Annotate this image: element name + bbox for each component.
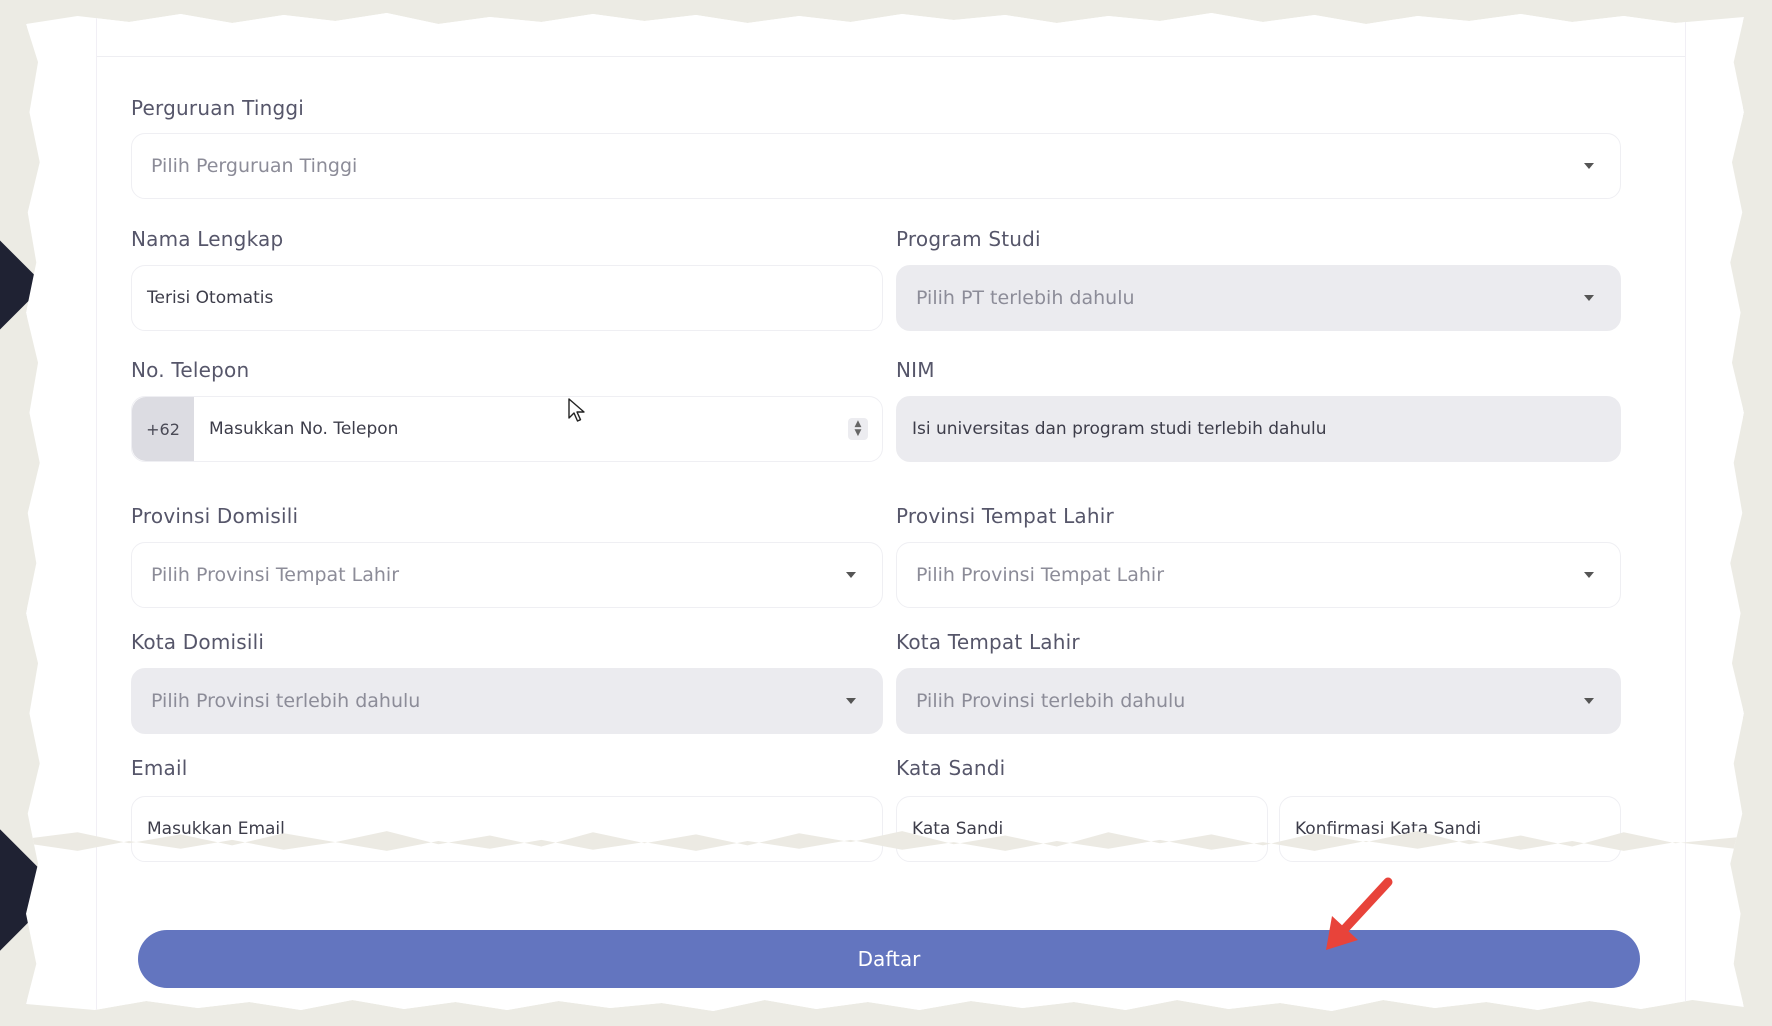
email-field[interactable]: Masukkan Email	[131, 796, 883, 862]
nim-field[interactable]: Isi universitas dan program studi terleb…	[896, 396, 1621, 462]
email-label: Email	[131, 756, 188, 780]
perguruan-tinggi-placeholder: Pilih Perguruan Tinggi	[151, 155, 358, 177]
screenshot-paper: Perguruan Tinggi Pilih Perguruan Tinggi …	[26, 13, 1744, 1011]
provinsi-tempat-lahir-select[interactable]: Pilih Provinsi Tempat Lahir	[896, 542, 1621, 608]
no-telepon-field[interactable]: +62 Masukkan No. Telepon ▲ ▼	[131, 396, 883, 462]
red-arrow-annotation-icon	[1326, 877, 1393, 950]
daftar-button[interactable]: Daftar	[138, 930, 1640, 988]
provinsi-domisili-select[interactable]: Pilih Provinsi Tempat Lahir	[131, 542, 883, 608]
nim-label: NIM	[896, 358, 935, 382]
chevron-down-icon	[846, 698, 856, 704]
country-code-prefix: +62	[132, 397, 194, 461]
program-studi-placeholder: Pilih PT terlebih dahulu	[916, 287, 1135, 309]
provinsi-tempat-lahir-label: Provinsi Tempat Lahir	[896, 504, 1114, 528]
kata-sandi-field[interactable]: Kata Sandi	[896, 796, 1268, 862]
nama-lengkap-label: Nama Lengkap	[131, 227, 284, 251]
nim-placeholder: Isi universitas dan program studi terleb…	[912, 419, 1327, 439]
provinsi-tempat-lahir-placeholder: Pilih Provinsi Tempat Lahir	[916, 564, 1165, 586]
konfirmasi-kata-sandi-field[interactable]: Konfirmasi Kata Sandi	[1279, 796, 1621, 862]
perguruan-tinggi-select[interactable]: Pilih Perguruan Tinggi	[131, 133, 1621, 199]
provinsi-domisili-label: Provinsi Domisili	[131, 504, 299, 528]
kata-sandi-label: Kata Sandi	[896, 756, 1006, 780]
nama-lengkap-field[interactable]: Terisi Otomatis	[131, 265, 883, 331]
chevron-down-icon	[1584, 295, 1594, 301]
kota-tempat-lahir-placeholder: Pilih Provinsi terlebih dahulu	[916, 690, 1186, 712]
kota-domisili-label: Kota Domisili	[131, 630, 265, 654]
cursor-pointer-icon	[568, 398, 585, 422]
provinsi-domisili-placeholder: Pilih Provinsi Tempat Lahir	[151, 564, 400, 586]
number-spinner-icon[interactable]: ▲ ▼	[848, 418, 868, 440]
program-studi-select[interactable]: Pilih PT terlebih dahulu	[896, 265, 1621, 331]
chevron-down-icon	[1584, 572, 1594, 578]
email-placeholder: Masukkan Email	[147, 819, 285, 839]
chevron-down-icon	[1584, 698, 1594, 704]
chevron-down-icon	[846, 572, 856, 578]
no-telepon-placeholder: Masukkan No. Telepon	[209, 419, 399, 439]
perguruan-tinggi-label: Perguruan Tinggi	[131, 96, 305, 120]
kota-tempat-lahir-select[interactable]: Pilih Provinsi terlebih dahulu	[896, 668, 1621, 734]
kota-domisili-placeholder: Pilih Provinsi terlebih dahulu	[151, 690, 421, 712]
nama-lengkap-value: Terisi Otomatis	[147, 288, 274, 308]
kota-tempat-lahir-label: Kota Tempat Lahir	[896, 630, 1080, 654]
program-studi-label: Program Studi	[896, 227, 1041, 251]
no-telepon-label: No. Telepon	[131, 358, 250, 382]
chevron-down-icon	[1584, 163, 1594, 169]
kota-domisili-select[interactable]: Pilih Provinsi terlebih dahulu	[131, 668, 883, 734]
konfirmasi-kata-sandi-placeholder: Konfirmasi Kata Sandi	[1295, 819, 1482, 839]
card-divider	[97, 56, 1685, 57]
registration-card: Perguruan Tinggi Pilih Perguruan Tinggi …	[96, 13, 1686, 1011]
